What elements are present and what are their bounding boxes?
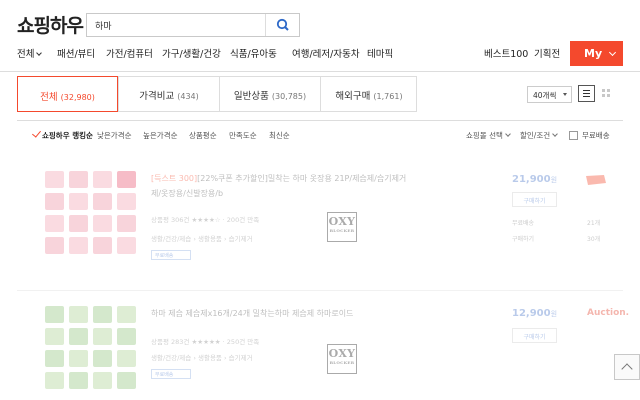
product-category: 생활/건강/제습 › 생활용품 › 습기제거: [151, 354, 253, 362]
my-label: My: [584, 47, 603, 60]
divider: [17, 120, 623, 121]
nav-item-theme[interactable]: 테마픽: [367, 46, 393, 60]
sort-reviews[interactable]: 상품평순: [189, 130, 217, 141]
tab-all[interactable]: 전체 (32,980): [17, 76, 118, 112]
discount-select[interactable]: 할인/조건: [520, 130, 558, 141]
chevron-down-icon: [552, 131, 558, 137]
chevron-down-icon: [505, 131, 511, 137]
free-shipping-badge: 무료배송: [151, 250, 191, 260]
product-item[interactable]: 하마 제습 제습제x16개/24개 밀착는하마 제습제 하마로이드 상품평 28…: [17, 296, 629, 400]
sort-ranking[interactable]: 쇼핑하우 랭킹순: [42, 130, 93, 141]
exhibition-link[interactable]: 기획전: [534, 46, 560, 60]
grid-view-icon[interactable]: [598, 85, 615, 102]
search-icon: [276, 18, 289, 31]
mall-select[interactable]: 쇼핑몰 선택: [466, 130, 511, 141]
nav-item-electronics[interactable]: 가전/컴퓨터: [106, 46, 153, 60]
product-title[interactable]: 하마 제습 제습제x16개/24개 밀착는하마 제습제 하마로이드: [151, 306, 416, 321]
shipping-info: 무료배송: [512, 220, 535, 227]
result-tabs-area: 전체 (32,980) 가격비교 (434) 일반상품 (30,785) 해외구…: [0, 72, 640, 122]
free-shipping-badge: 무료배송: [151, 369, 191, 379]
caret-down-icon: [563, 93, 567, 96]
per-page-select[interactable]: 40개씩: [527, 86, 572, 103]
sort-satisfaction[interactable]: 만족도순: [229, 130, 257, 141]
best100-link[interactable]: 베스트100: [484, 46, 528, 60]
sort-newest[interactable]: 최신순: [269, 130, 290, 141]
nav-item-food[interactable]: 식품/유아동: [230, 46, 277, 60]
sort-low-price[interactable]: 낮은가격순: [97, 130, 132, 141]
product-meta: 상품평 306건 ★★★★☆ · 200건 만족: [151, 216, 260, 224]
product-divider: [17, 290, 623, 291]
buy-button[interactable]: 구매하기: [512, 192, 557, 207]
result-tabs: 전체 (32,980) 가격비교 (434) 일반상품 (30,785) 해외구…: [17, 76, 417, 112]
purchase-info: 구매하기: [512, 236, 535, 243]
product-title[interactable]: [득스트 300][22%쿠폰 추가할인]밀착는 하마 옷장용 21P/제습제/…: [151, 171, 416, 201]
header: 쇼핑하우 전체 패션/뷰티 가전/컴퓨터 가구/생활/건강 식품/유아동 여행/…: [0, 0, 640, 72]
mall-name: Auction.: [587, 308, 630, 318]
product-price: 21,900원: [512, 174, 558, 185]
search-button[interactable]: [265, 14, 299, 36]
search-input[interactable]: [87, 14, 265, 36]
mall-badge-icon: [586, 175, 606, 185]
tab-overseas[interactable]: 해외구매 (1,761): [320, 76, 417, 112]
product-thumbnail[interactable]: [45, 306, 140, 396]
scroll-top-button[interactable]: [614, 354, 640, 380]
tab-price-compare[interactable]: 가격비교 (434): [118, 76, 219, 112]
check-icon: [32, 128, 41, 138]
logo[interactable]: 쇼핑하우: [17, 11, 84, 38]
sort-high-price[interactable]: 높은가격순: [143, 130, 178, 141]
search-box: [86, 13, 300, 37]
my-button[interactable]: My: [570, 41, 623, 66]
product-price: 12,900원: [512, 308, 558, 319]
buy-button[interactable]: 구매하기: [512, 328, 557, 343]
brand-logo: OXY BLOCKER: [327, 212, 357, 242]
nav-item-all[interactable]: 전체: [17, 46, 43, 60]
nav-item-travel[interactable]: 여행/레저/자동차: [292, 46, 360, 60]
product-item[interactable]: [득스트 300][22%쿠폰 추가할인]밀착는 하마 옷장용 21P/제습제/…: [17, 146, 623, 286]
free-shipping-label: 무료배송: [582, 131, 610, 140]
free-shipping-checkbox[interactable]: [569, 131, 578, 140]
nav-item-fashion[interactable]: 패션/뷰티: [57, 46, 95, 60]
product-list: [득스트 300][22%쿠폰 추가할인]밀착는 하마 옷장용 21P/제습제/…: [0, 146, 640, 400]
chevron-up-icon: [621, 363, 633, 375]
list-view-icon[interactable]: [578, 85, 595, 102]
product-meta: 상품평 283건 ★★★★★ · 250건 만족: [151, 338, 260, 346]
stock-info: 21개: [587, 220, 601, 227]
product-thumbnail[interactable]: [45, 171, 140, 261]
nav-item-furniture[interactable]: 가구/생활/건강: [162, 46, 221, 60]
sort-filter-bar: 쇼핑하우 랭킹순 낮은가격순 높은가격순 상품평순 만족도순 최신순 쇼핑몰 선…: [0, 122, 640, 146]
chevron-down-icon: [608, 48, 617, 57]
tab-general[interactable]: 일반상품 (30,785): [219, 76, 320, 112]
brand-logo: OXY BLOCKER: [327, 344, 357, 374]
count-info: 30개: [587, 236, 601, 243]
product-category: 생활/건강/제습 › 생활용품 › 습기제거: [151, 235, 253, 243]
